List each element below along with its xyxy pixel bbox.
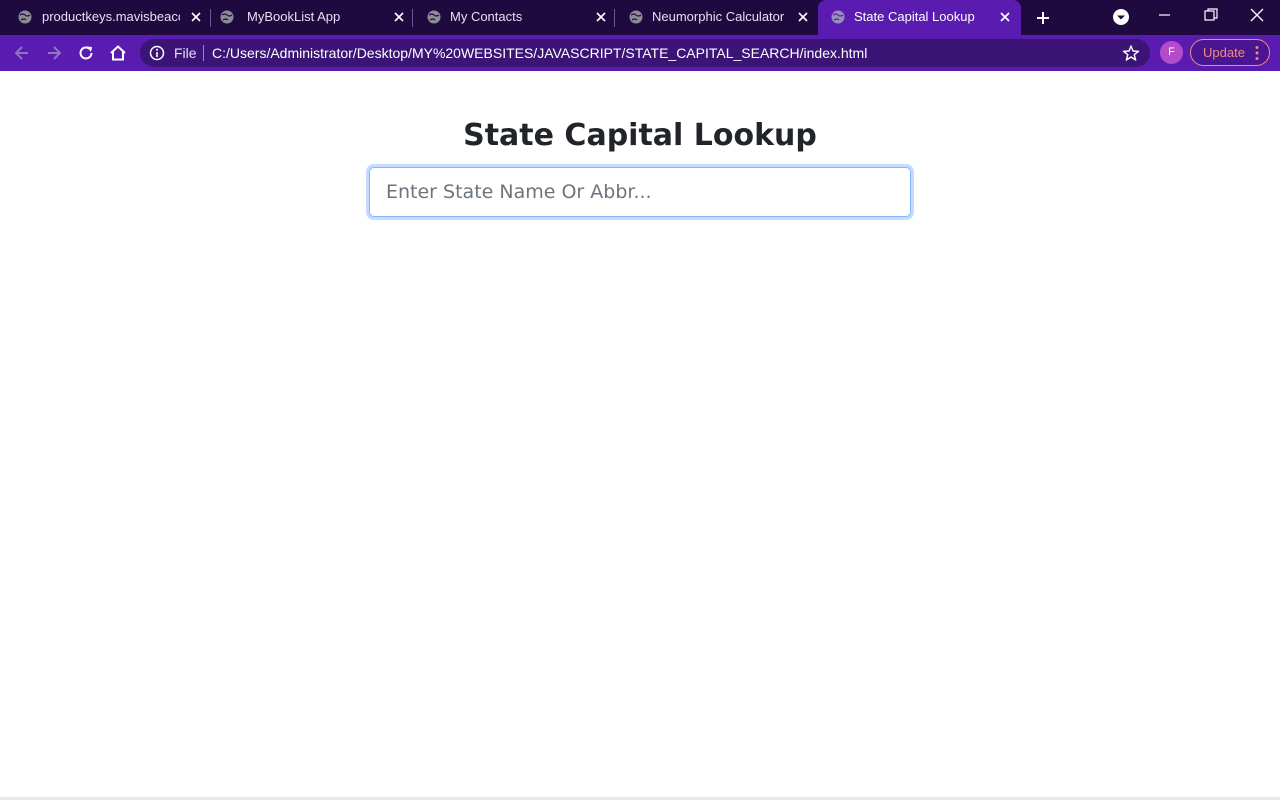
tab-separator bbox=[614, 9, 615, 27]
tab-title: productkeys.mavisbeacon bbox=[42, 9, 180, 24]
tab-separator bbox=[210, 9, 211, 27]
close-icon[interactable] bbox=[594, 10, 608, 24]
avatar[interactable]: F bbox=[1160, 41, 1183, 64]
arrow-right-icon[interactable] bbox=[44, 43, 64, 63]
close-icon[interactable] bbox=[189, 10, 203, 24]
globe-icon bbox=[18, 10, 32, 24]
close-icon[interactable] bbox=[796, 10, 810, 24]
state-search-input[interactable] bbox=[369, 167, 911, 217]
tab-title: State Capital Lookup bbox=[854, 9, 975, 24]
kebab-menu-icon[interactable] bbox=[1254, 45, 1260, 61]
tab-productkeys[interactable]: productkeys.mavisbeacon bbox=[10, 0, 211, 35]
update-button[interactable]: Update bbox=[1190, 39, 1270, 66]
tab-title: Neumorphic Calculator bbox=[652, 9, 785, 24]
restore-icon[interactable] bbox=[1202, 6, 1220, 24]
tab-strip: productkeys.mavisbeacon MyBookList App M… bbox=[0, 0, 1280, 35]
update-label: Update bbox=[1203, 45, 1245, 60]
globe-icon bbox=[831, 10, 845, 24]
home-icon[interactable] bbox=[108, 43, 128, 63]
url-scheme-label: File bbox=[174, 45, 197, 61]
globe-icon bbox=[629, 10, 643, 24]
arrow-left-icon[interactable] bbox=[12, 43, 32, 63]
page-title: State Capital Lookup bbox=[463, 118, 817, 153]
tab-state-capital-lookup[interactable]: State Capital Lookup bbox=[818, 0, 1021, 35]
tab-mycontacts[interactable]: My Contacts bbox=[414, 0, 615, 35]
close-icon[interactable] bbox=[392, 10, 406, 24]
chevron-down-icon[interactable] bbox=[1112, 8, 1130, 26]
globe-icon bbox=[220, 10, 234, 24]
browser-toolbar: File C:/Users/Administrator/Desktop/MY%2… bbox=[0, 35, 1280, 71]
address-bar[interactable]: File C:/Users/Administrator/Desktop/MY%2… bbox=[140, 39, 1150, 67]
tab-separator bbox=[412, 9, 413, 27]
tab-neumorphic-calculator[interactable]: Neumorphic Calculator bbox=[616, 0, 817, 35]
tab-mybooklist[interactable]: MyBookList App bbox=[212, 0, 413, 35]
tab-title: My Contacts bbox=[450, 9, 523, 24]
minimize-icon[interactable] bbox=[1156, 6, 1174, 24]
plus-icon[interactable] bbox=[1034, 9, 1052, 27]
reload-icon[interactable] bbox=[76, 43, 96, 63]
url-divider bbox=[203, 45, 204, 61]
star-icon[interactable] bbox=[1122, 44, 1140, 62]
tab-title: MyBookList App bbox=[247, 9, 341, 24]
close-window-icon[interactable] bbox=[1248, 6, 1266, 24]
globe-icon bbox=[427, 10, 441, 24]
url-text[interactable]: C:/Users/Administrator/Desktop/MY%20WEBS… bbox=[212, 45, 867, 61]
info-icon[interactable] bbox=[149, 45, 165, 61]
close-icon[interactable] bbox=[998, 10, 1012, 24]
